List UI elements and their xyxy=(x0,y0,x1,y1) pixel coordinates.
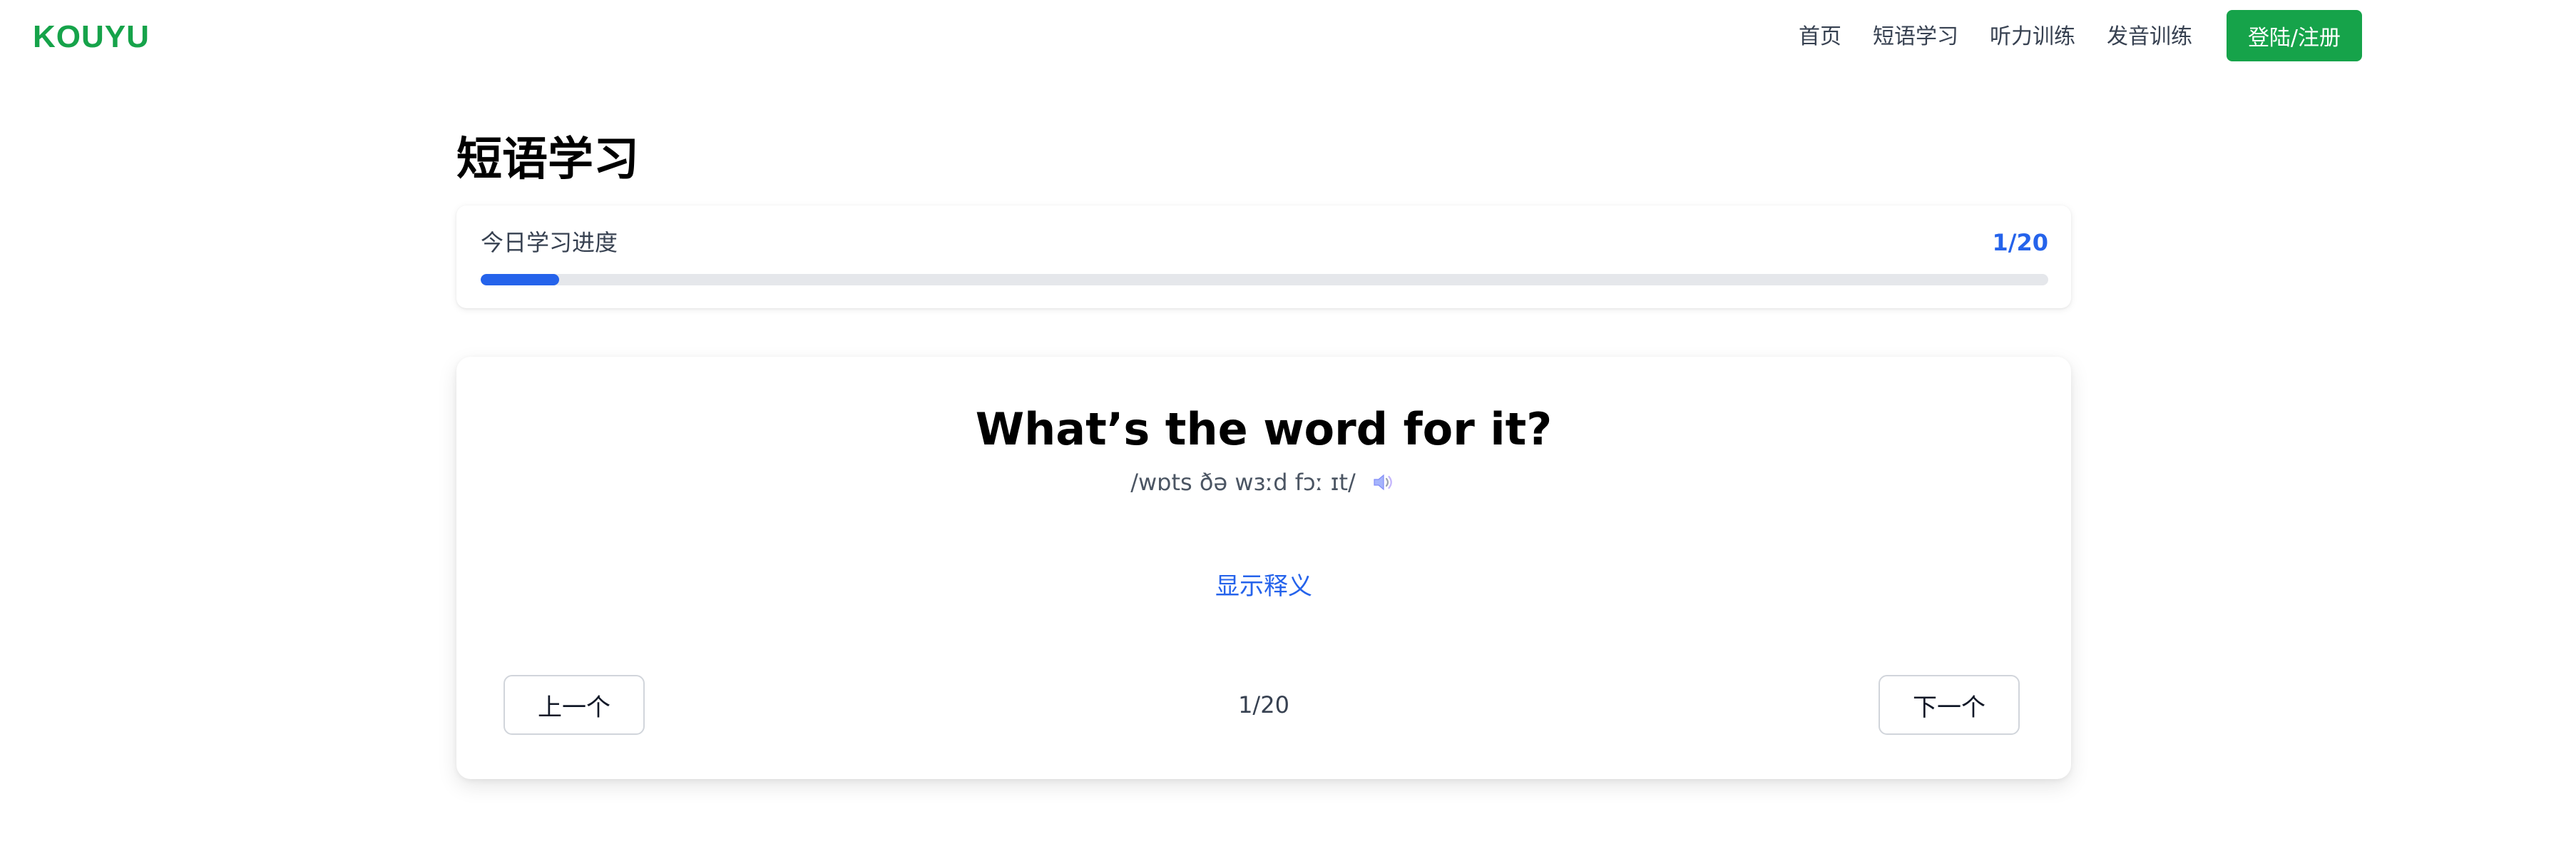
phonetic-text: /wɒts ðə wɜːd fɔː ɪt/ xyxy=(1130,469,1356,496)
nav-item-listening[interactable]: 听力训练 xyxy=(1990,19,2075,56)
nav-item-home[interactable]: 首页 xyxy=(1799,19,1841,56)
page-indicator: 1/20 xyxy=(1238,691,1289,718)
progress-bar xyxy=(481,274,2048,285)
phrase-card: What’s the word for it? /wɒts ðə wɜːd fɔ… xyxy=(456,357,2071,779)
progress-count: 1/20 xyxy=(1992,229,2048,256)
show-meaning-link[interactable]: 显示释义 xyxy=(456,569,2071,604)
nav-item-phrase-study[interactable]: 短语学习 xyxy=(1873,19,1958,56)
main-nav: 首页 短语学习 听力训练 发音训练 xyxy=(1799,19,2192,56)
progress-bar-fill xyxy=(481,274,559,285)
progress-label: 今日学习进度 xyxy=(481,229,618,256)
phrase-text: What’s the word for it? xyxy=(975,403,1553,455)
nav-item-pronunciation[interactable]: 发音训练 xyxy=(2107,19,2192,56)
speaker-icon[interactable] xyxy=(1370,469,1397,496)
page-title: 短语学习 xyxy=(456,133,639,186)
page: KOUYU 首页 短语学习 听力训练 发音训练 登陆/注册 短语学习 今日学习进… xyxy=(0,0,2576,859)
phonetic-row: /wɒts ðə wɜːd fɔː ɪt/ xyxy=(456,467,2071,498)
logo[interactable]: KOUYU xyxy=(33,17,150,57)
progress-card: 今日学习进度 1/20 xyxy=(456,205,2071,308)
header: KOUYU 首页 短语学习 听力训练 发音训练 登陆/注册 xyxy=(0,0,2576,74)
next-button[interactable]: 下一个 xyxy=(1879,675,2020,735)
login-register-button[interactable]: 登陆/注册 xyxy=(2227,10,2362,61)
